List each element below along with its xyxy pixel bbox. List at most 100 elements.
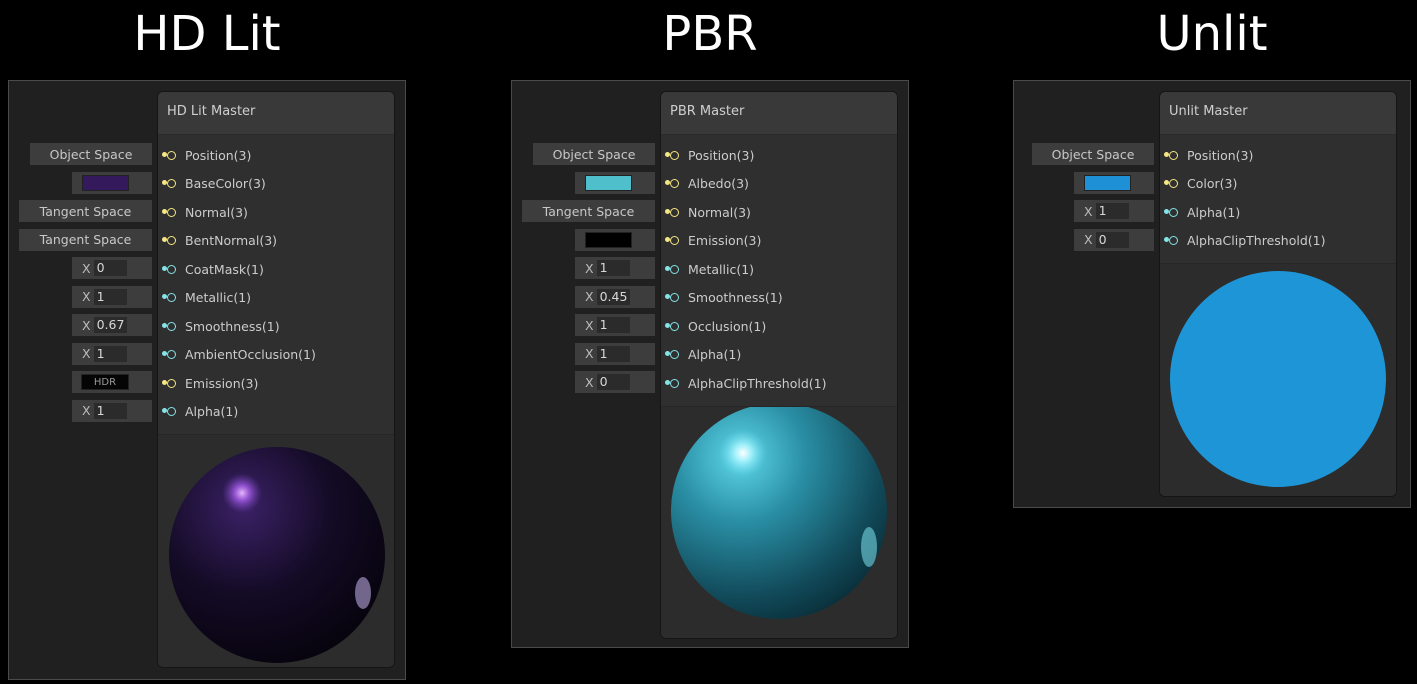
hdlit-port-row: CoatMask(1) [158,255,394,284]
pbr-edge-dot [665,322,670,328]
pbr-float-axis-label: X [585,374,594,390]
unlit-port-label: Position(3) [1187,147,1254,163]
unlit-float-axis-label: X [1084,203,1093,219]
unlit-float-axis-label: X [1084,232,1093,247]
hdlit-edge-connector [162,350,169,358]
pbr-color-field[interactable] [575,228,655,251]
pbr-port-list: Position(3) Albedo(3) Normal(3) Emission(3)… [661,135,897,407]
pbr-sphere-rim [861,526,877,567]
hdlit-port-row: Normal(3) [158,198,394,227]
hdlit-preview [158,435,394,667]
hdlit-float-field: X1 [72,285,152,308]
hdlit-port-label: Alpha(1) [185,404,239,420]
pbr-port-label: Position(3) [688,147,755,163]
hdlit-float-axis-label: X [82,260,91,276]
unlit-color-field[interactable] [1074,171,1154,194]
pbr-port-row: Albedo(3) [661,170,897,199]
unlit-color-swatch[interactable] [1084,174,1131,191]
pbr-float-value-input[interactable]: 1 [596,260,630,276]
pbr-edge-dot [665,237,670,242]
hdlit-hdr-swatch[interactable]: HDR [81,374,129,390]
pbr-edge-dot [665,208,670,214]
pbr-space-dropdown[interactable]: Tangent Space [522,200,655,222]
pbr-color-swatch[interactable] [585,174,632,191]
hdlit-port-row: BentNormal(3) [158,227,394,256]
pbr-port-label: Metallic(1) [688,261,755,277]
hdlit-float-value-input[interactable]: 0.67 [93,317,127,333]
unlit-port-row: Alpha(1) [1160,198,1396,227]
unlit-edge-connector [1164,207,1171,215]
hdlit-port-row: AmbientOcclusion(1) [158,341,394,370]
hdlit-float-value-input[interactable]: 0 [93,260,127,276]
hdlit-space-dropdown[interactable]: Tangent Space [19,228,152,251]
pbr-float-value-input[interactable]: 0 [596,374,630,390]
hdlit-sphere-highlight [222,473,262,513]
unlit-edge-connector [1164,236,1171,244]
hdlit-edge-dot [162,151,167,157]
unlit-float-value-input[interactable]: 1 [1095,203,1129,219]
pbr-edge-dot [665,180,670,185]
pbr-port-label: AlphaClipThreshold(1) [688,375,827,391]
pbr-port-row: Occlusion(1) [661,312,897,341]
hdlit-edge-connector [162,179,169,187]
pbr-float-value-input[interactable]: 1 [596,317,630,333]
pbr-port-label: Normal(3) [688,204,751,220]
pbr-master-node[interactable]: PBR Master Position(3) Albedo(3) Normal(3)… [660,91,898,639]
hdlit-edge-connector [162,207,169,215]
unlit-preview [1160,264,1396,496]
hdlit-color-field[interactable] [72,171,152,194]
hdlit-master-node[interactable]: HD Lit Master Position(3) BaseColor(3) Nor… [157,91,395,668]
hdlit-space-dropdown[interactable]: Tangent Space [19,200,152,222]
hdlit-float-value-input[interactable]: 1 [93,288,127,305]
unlit-sphere [1170,271,1386,487]
pbr-edge-connector [665,264,672,272]
pbr-color-swatch[interactable] [585,231,632,248]
unlit-heading: Unlit [1156,6,1268,62]
hdlit-node-title: HD Lit Master [158,92,394,135]
pbr-graph-canvas[interactable]: PBR Master Position(3) Albedo(3) Normal(3)… [511,80,909,648]
pbr-float-axis-label: X [585,289,594,304]
hdlit-heading: HD Lit [133,6,281,62]
hdlit-hdr-color-field[interactable]: HDR [72,371,152,393]
unlit-master-node[interactable]: Unlit Master Position(3) Color(3) Alpha(1)… [1159,91,1397,497]
pbr-space-dropdown[interactable]: Object Space [533,143,655,165]
hdlit-port-label: Emission(3) [185,375,259,391]
pbr-float-field: X1 [575,257,655,279]
hdlit-edge-dot [162,322,167,328]
pbr-float-axis-label: X [585,317,594,333]
pbr-edge-connector [665,150,672,158]
hdlit-port-row: Metallic(1) [158,284,394,313]
pbr-port-label: Smoothness(1) [688,290,783,306]
pbr-port-row: AlphaClipThreshold(1) [661,369,897,398]
pbr-color-field[interactable] [575,171,655,194]
unlit-edge-dot [1164,208,1169,214]
hdlit-float-field: X1 [72,399,152,422]
hdlit-float-value-input[interactable]: 1 [93,345,127,362]
hdlit-edge-connector [162,236,169,244]
unlit-float-field: X1 [1074,200,1154,222]
unlit-edge-dot [1164,180,1169,185]
pbr-edge-dot [665,265,670,271]
hdlit-edge-dot [162,408,167,413]
pbr-sphere-highlight [719,428,767,477]
hdlit-port-label: Normal(3) [185,204,248,220]
pbr-port-label: Albedo(3) [688,176,749,192]
unlit-port-label: AlphaClipThreshold(1) [1187,233,1326,249]
pbr-port-label: Occlusion(1) [688,318,767,334]
hdlit-color-swatch[interactable] [82,174,129,191]
pbr-float-field: X0 [575,371,655,393]
pbr-float-value-input[interactable]: 0.45 [596,288,630,305]
hdlit-space-dropdown[interactable]: Object Space [30,143,152,165]
hdlit-port-row: Position(3) [158,141,394,170]
hdlit-graph-canvas[interactable]: HD Lit Master Position(3) BaseColor(3) Nor… [8,80,406,680]
pbr-edge-connector [665,350,672,358]
unlit-float-value-input[interactable]: 0 [1095,231,1129,248]
pbr-float-value-input[interactable]: 1 [596,345,630,362]
pbr-port-label: Emission(3) [688,233,762,249]
unlit-graph-canvas[interactable]: Unlit Master Position(3) Color(3) Alpha(1)… [1013,80,1411,508]
unlit-space-dropdown[interactable]: Object Space [1032,143,1154,165]
pbr-float-field: X1 [575,314,655,336]
hdlit-port-list: Position(3) BaseColor(3) Normal(3) BentNorm… [158,135,394,435]
unlit-edge-dot [1164,151,1169,157]
hdlit-float-value-input[interactable]: 1 [93,402,127,419]
